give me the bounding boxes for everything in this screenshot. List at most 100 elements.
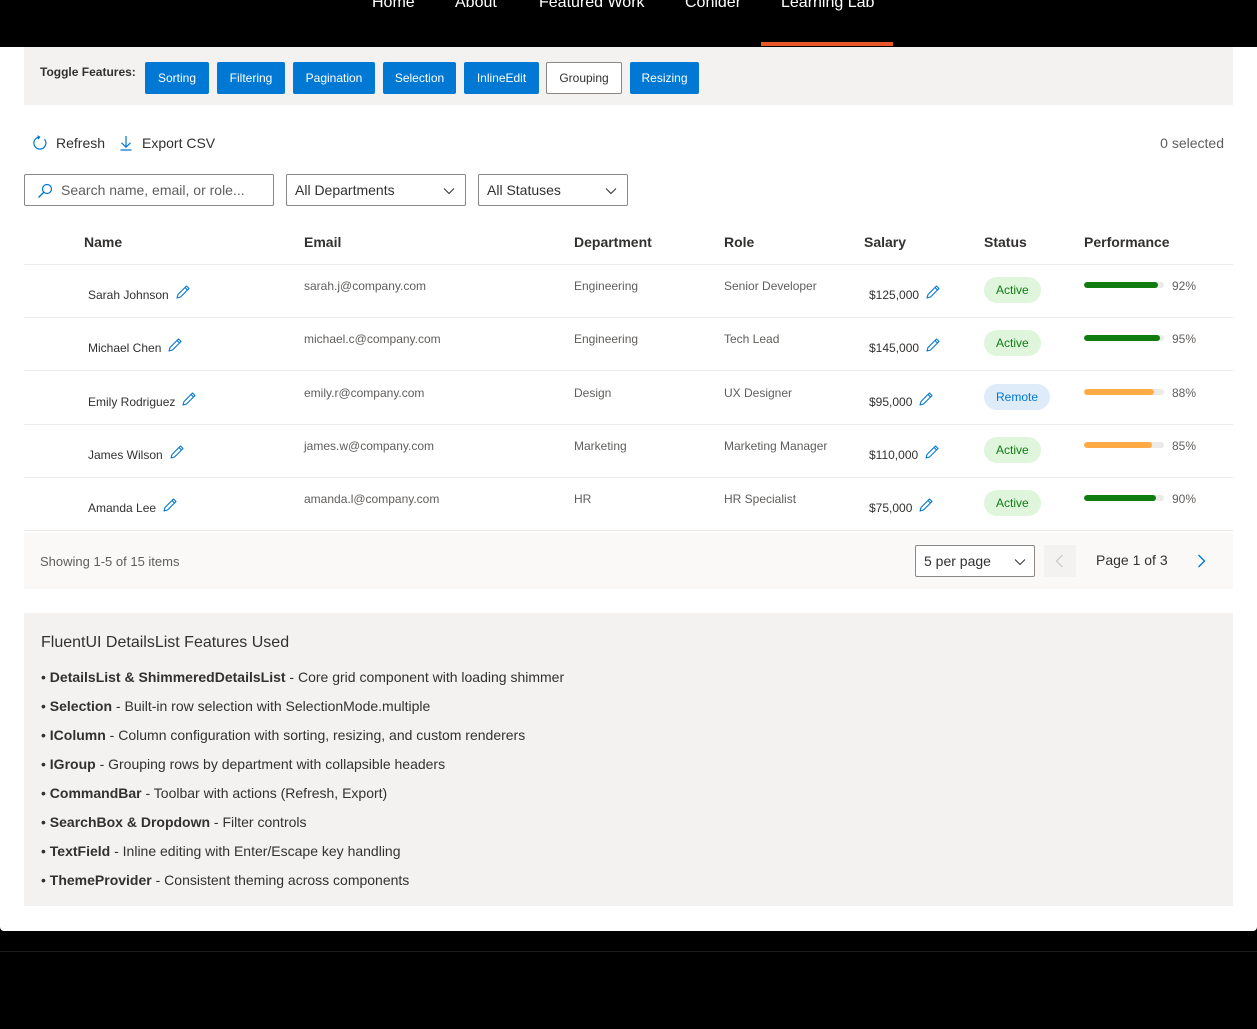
per-page-value: 5 per page bbox=[924, 553, 991, 569]
chevron-down-icon bbox=[443, 188, 455, 195]
toggle-filtering-button[interactable]: Filtering bbox=[217, 62, 285, 94]
performance-percent: 95% bbox=[1172, 332, 1197, 347]
name-text: Michael Chen bbox=[88, 341, 162, 356]
previous-page-button[interactable] bbox=[1044, 545, 1076, 577]
column-header-department[interactable]: Department bbox=[574, 234, 652, 250]
chevron-right-icon bbox=[1198, 554, 1206, 568]
search-input[interactable] bbox=[61, 179, 266, 201]
cell-name: Amanda Lee bbox=[88, 498, 178, 516]
performance-bar-fill bbox=[1084, 495, 1156, 502]
edit-icon[interactable] bbox=[925, 337, 941, 353]
name-text: Amanda Lee bbox=[88, 501, 157, 516]
performance-bar bbox=[1084, 388, 1164, 395]
department-dropdown-value: All Departments bbox=[295, 182, 395, 198]
features-info-item: • IColumn - Column configuration with so… bbox=[41, 727, 526, 743]
edit-icon[interactable] bbox=[918, 391, 934, 407]
cell-salary: $125,000 bbox=[869, 285, 941, 302]
status-badge: Active bbox=[984, 277, 1041, 303]
edit-icon[interactable] bbox=[918, 497, 934, 513]
features-info-item: • ThemeProvider - Consistent theming acr… bbox=[41, 872, 410, 888]
nav-featured-work[interactable]: Featured Work bbox=[539, 0, 645, 18]
status-badge: Active bbox=[984, 330, 1041, 357]
toggle-pagination-button[interactable]: Pagination bbox=[293, 62, 375, 94]
chevron-down-icon bbox=[1014, 559, 1026, 566]
edit-icon[interactable] bbox=[925, 284, 941, 300]
cell-role: Tech Lead bbox=[724, 332, 780, 347]
performance-bar bbox=[1084, 441, 1164, 448]
performance-percent: 92% bbox=[1172, 279, 1197, 293]
search-box[interactable] bbox=[24, 174, 274, 206]
cell-email: james.w@company.com bbox=[304, 438, 434, 453]
features-info-item: • Selection - Built-in row selection wit… bbox=[41, 698, 431, 714]
cell-department: Engineering bbox=[574, 332, 639, 347]
toggle-features-label: Toggle Features: bbox=[40, 65, 136, 79]
export-csv-label: Export CSV bbox=[142, 135, 216, 151]
cell-salary: $75,000 bbox=[869, 498, 934, 516]
salary-text: $125,000 bbox=[869, 288, 920, 302]
toggle-features-bar: Toggle Features: Sorting Filtering Pagin… bbox=[24, 47, 1233, 105]
cell-role: UX Designer bbox=[724, 385, 793, 400]
nav-active-indicator bbox=[761, 42, 893, 46]
feature-name: DetailsList & ShimmeredDetailsList bbox=[49, 669, 286, 685]
chevron-left-icon bbox=[1055, 554, 1063, 568]
department-dropdown[interactable]: All Departments bbox=[286, 174, 466, 206]
salary-text: $145,000 bbox=[869, 341, 920, 356]
status-dropdown-value: All Statuses bbox=[487, 182, 561, 198]
edit-icon[interactable] bbox=[924, 444, 940, 460]
nav-home[interactable]: Home bbox=[372, 0, 415, 18]
features-info-item: • TextField - Inline editing with Enter/… bbox=[41, 843, 401, 859]
salary-text: $75,000 bbox=[869, 501, 913, 516]
edit-icon[interactable] bbox=[162, 497, 178, 513]
nav-learning-lab[interactable]: Learning Lab bbox=[781, 0, 874, 18]
performance-percent: 88% bbox=[1172, 385, 1197, 400]
cell-salary: $95,000 bbox=[869, 392, 934, 409]
feature-name: SearchBox & Dropdown bbox=[49, 814, 211, 830]
feature-description: - Inline editing with Enter/Escape key h… bbox=[110, 843, 401, 859]
column-header-performance[interactable]: Performance bbox=[1084, 234, 1170, 250]
table-row[interactable]: Amanda Lee amanda.l@company.com HR HR Speci… bbox=[24, 478, 1233, 532]
table-row[interactable]: Emily Rodriguez emily.r@company.com Design… bbox=[24, 372, 1233, 425]
feature-name: CommandBar bbox=[49, 785, 142, 801]
cell-name: Emily Rodriguez bbox=[88, 392, 197, 409]
performance-bar-fill bbox=[1084, 335, 1160, 342]
table-row[interactable]: James Wilson james.w@company.com Marketing… bbox=[24, 425, 1233, 478]
edit-icon[interactable] bbox=[169, 444, 185, 460]
column-header-status[interactable]: Status bbox=[984, 234, 1027, 250]
next-page-button[interactable] bbox=[1185, 545, 1217, 577]
toggle-grouping-button[interactable]: Grouping bbox=[546, 62, 622, 94]
page-info: Page 1 of 3 bbox=[1096, 552, 1168, 568]
nav-about[interactable]: About bbox=[455, 0, 497, 18]
toggle-resizing-button[interactable]: Resizing bbox=[630, 62, 699, 94]
per-page-dropdown[interactable]: 5 per page bbox=[915, 545, 1035, 577]
column-header-email[interactable]: Email bbox=[304, 234, 341, 250]
table-row[interactable]: Sarah Johnson sarah.j@company.com Engineer… bbox=[24, 265, 1233, 318]
cell-salary: $145,000 bbox=[869, 338, 941, 356]
refresh-button[interactable]: Refresh bbox=[32, 133, 105, 153]
status-dropdown[interactable]: All Statuses bbox=[478, 174, 628, 206]
edit-icon[interactable] bbox=[167, 337, 183, 353]
feature-name: IGroup bbox=[49, 756, 96, 772]
refresh-icon bbox=[33, 135, 47, 150]
nav-contact[interactable]: Conlder bbox=[685, 0, 741, 18]
column-header-role[interactable]: Role bbox=[724, 234, 754, 250]
features-info-title: FluentUI DetailsList Features Used bbox=[41, 634, 290, 651]
cell-name: James Wilson bbox=[88, 445, 185, 462]
toggle-inlineedit-button[interactable]: InlineEdit bbox=[464, 62, 539, 94]
chevron-down-icon bbox=[605, 188, 617, 195]
column-header-salary[interactable]: Salary bbox=[864, 234, 906, 250]
edit-icon[interactable] bbox=[181, 391, 197, 407]
name-text: Emily Rodriguez bbox=[88, 394, 176, 409]
cell-name: Michael Chen bbox=[88, 338, 183, 356]
toggle-selection-button[interactable]: Selection bbox=[383, 62, 456, 94]
toggle-sorting-button[interactable]: Sorting bbox=[145, 62, 209, 94]
performance-percent: 90% bbox=[1172, 492, 1197, 507]
cell-department: HR bbox=[574, 492, 592, 507]
status-badge: Active bbox=[984, 490, 1041, 517]
status-badge: Active bbox=[984, 436, 1041, 463]
edit-icon[interactable] bbox=[175, 284, 191, 300]
cell-department: Engineering bbox=[574, 279, 639, 293]
table-row[interactable]: Michael Chen michael.c@company.com Enginee… bbox=[24, 318, 1233, 372]
column-header-name[interactable]: Name bbox=[84, 234, 122, 250]
cell-email: sarah.j@company.com bbox=[304, 279, 427, 293]
export-csv-button[interactable]: Export CSV bbox=[118, 133, 215, 153]
